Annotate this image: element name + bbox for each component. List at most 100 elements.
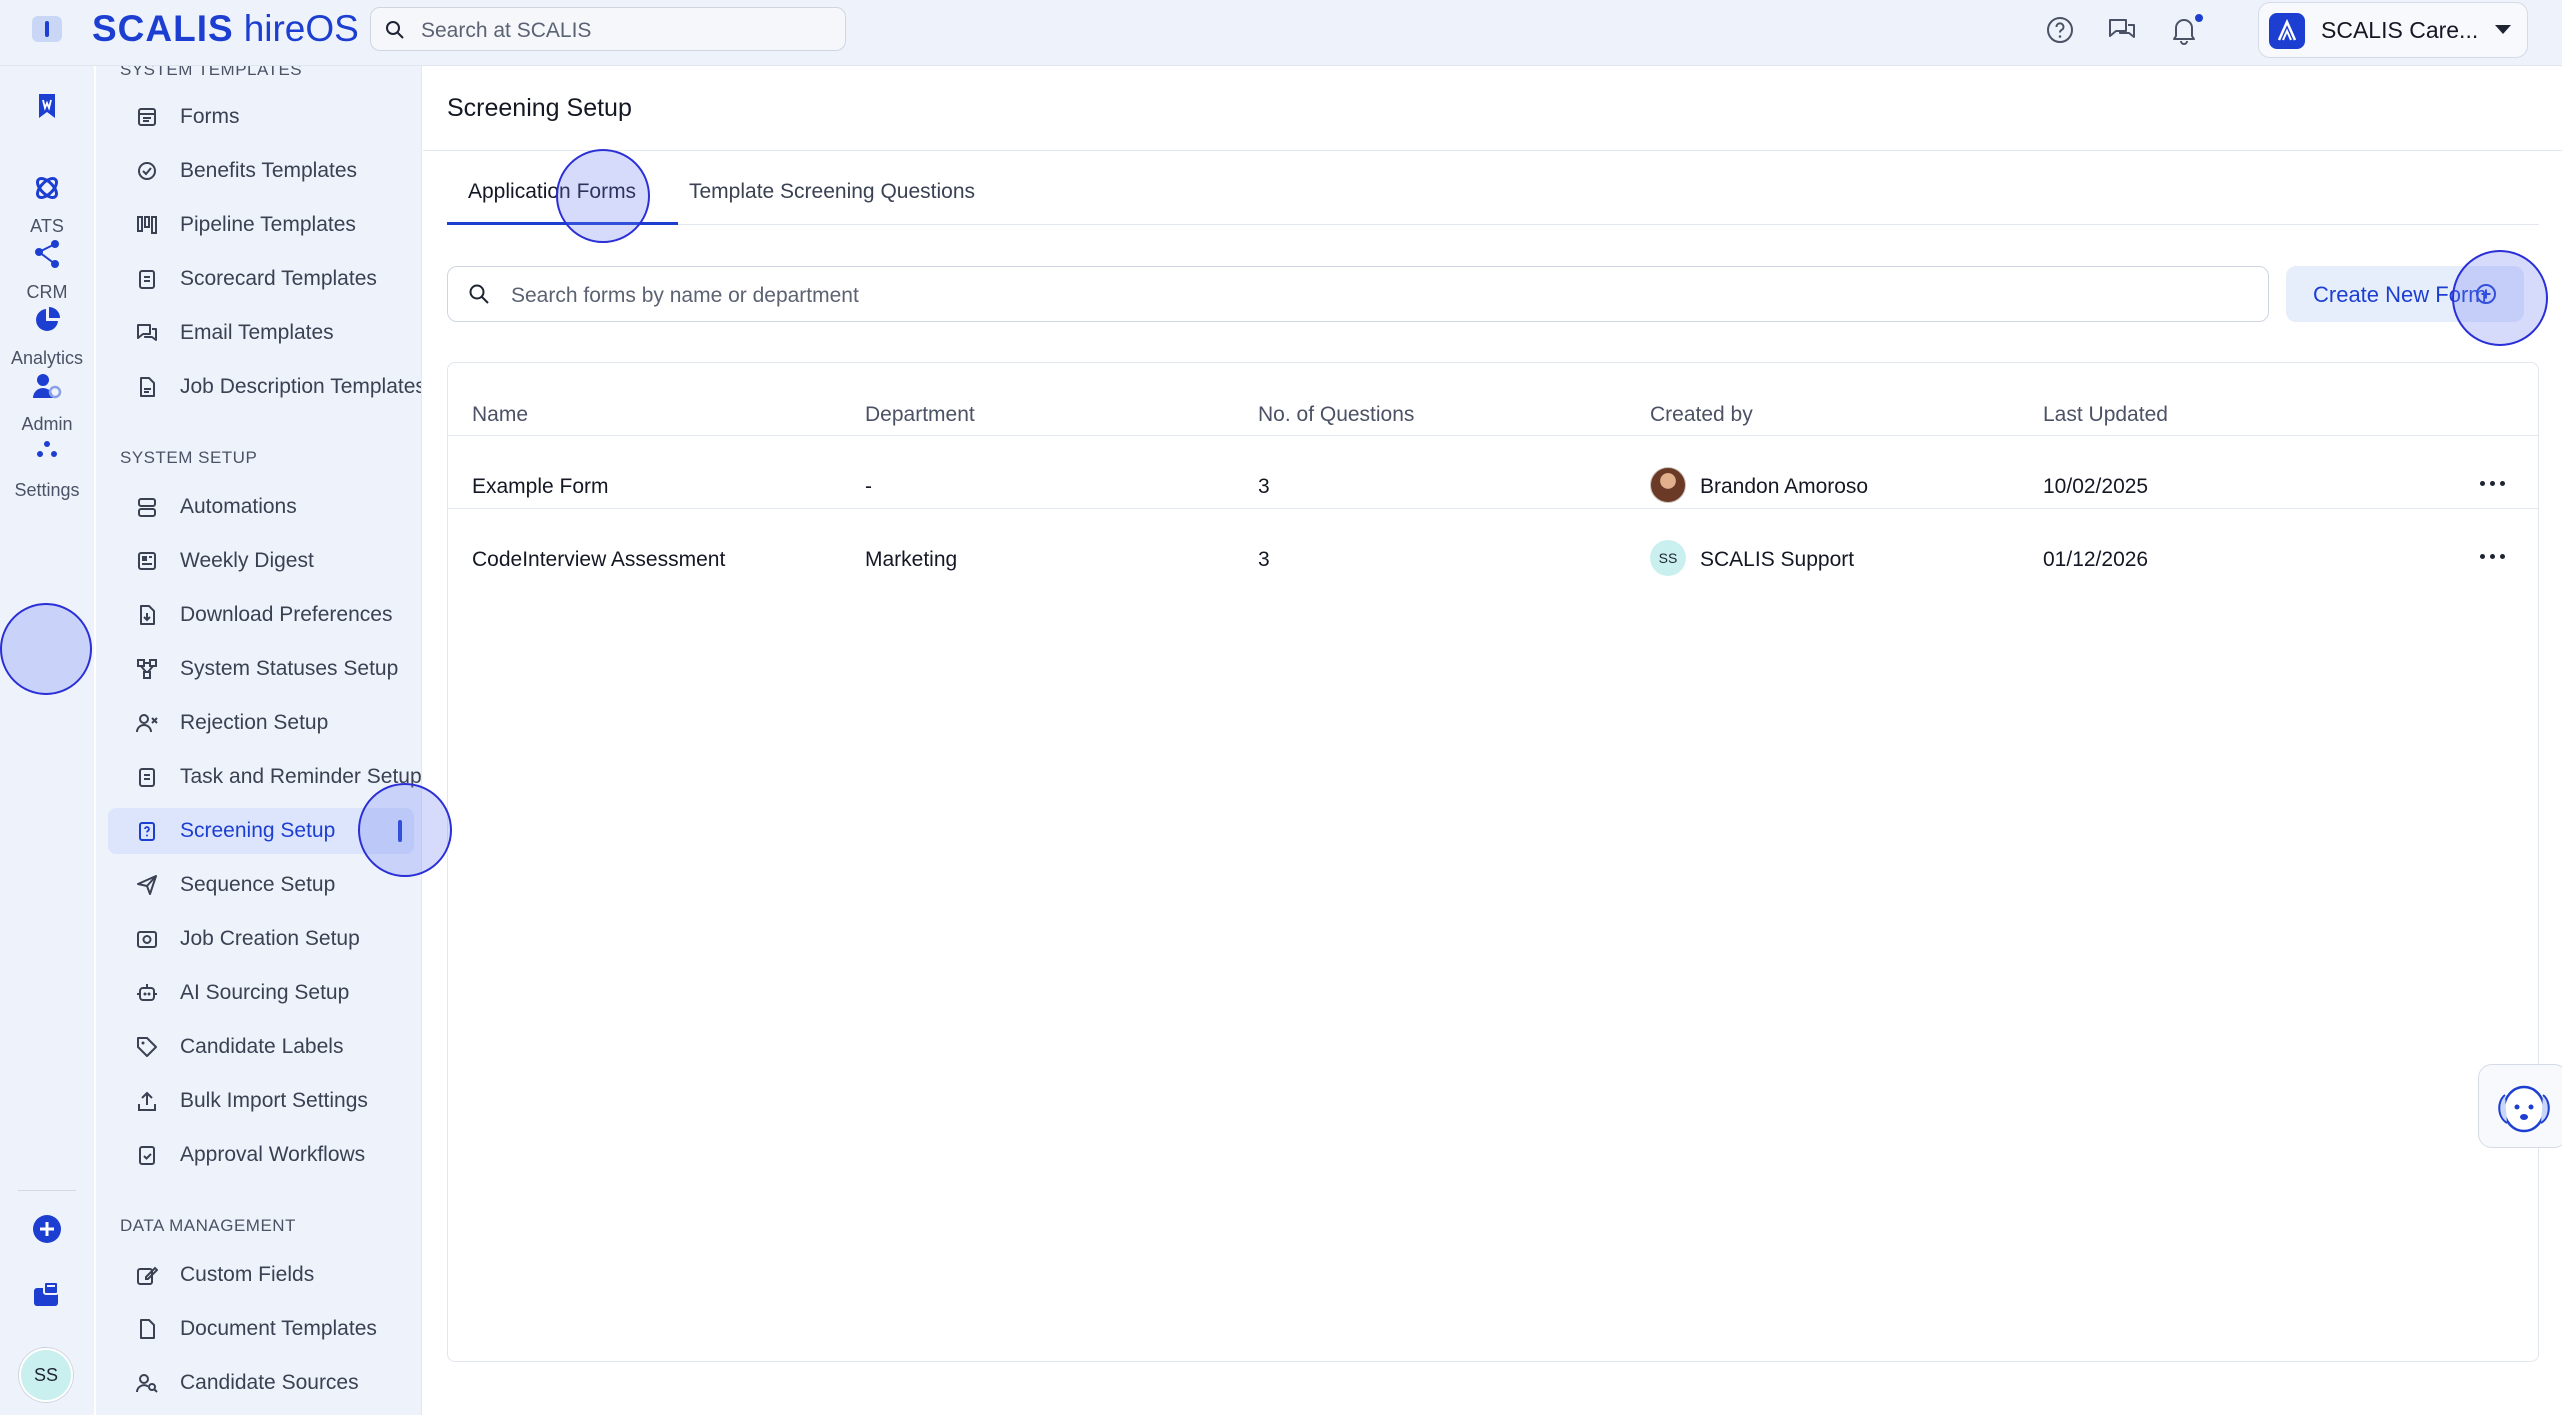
assistant-widget[interactable] (2478, 1064, 2562, 1148)
newspaper-icon (138, 552, 156, 570)
sidebar-item-scorecard-templates[interactable]: Scorecard Templates (108, 256, 414, 302)
messages-icon[interactable] (2106, 14, 2138, 46)
edit-box-icon (137, 1266, 158, 1285)
sidebar-item-candidate-labels[interactable]: Candidate Labels (108, 1024, 414, 1070)
user-avatar[interactable]: SS (19, 1348, 73, 1402)
title-divider (423, 150, 2562, 151)
sidebar-item-system-statuses-setup[interactable]: System Statuses Setup (108, 646, 414, 692)
cell-last-updated: 10/02/2025 (2043, 475, 2149, 498)
upload-icon (138, 1091, 156, 1111)
cell-department: - (865, 475, 872, 498)
user-search-icon (136, 1374, 158, 1393)
row-actions-icon[interactable] (2480, 552, 2510, 562)
clipboard-icon (139, 270, 155, 289)
sidebar-label: Sequence Setup (180, 873, 336, 896)
column-header-questions[interactable]: No. of Questions (1258, 403, 1414, 427)
app-rail: ATS CRM Analytics Admin Settings SS (0, 66, 94, 1415)
clipboard-check-icon (139, 1146, 155, 1165)
sidebar-item-approval-workflows[interactable]: Approval Workflows (108, 1132, 414, 1178)
global-search-input[interactable]: Search at SCALIS (370, 7, 846, 51)
sidebar-item-pipeline-templates[interactable]: Pipeline Templates (108, 202, 414, 248)
user-x-icon (136, 714, 158, 733)
inbox-icon[interactable] (30, 1278, 64, 1312)
sidebar-label: Document Templates (180, 1317, 377, 1340)
creator-avatar (1650, 467, 1686, 503)
sidebar-label: Task and Reminder Setup (180, 765, 422, 788)
sidebar-label: Download Preferences (180, 603, 393, 626)
sidebar-label: Custom Fields (180, 1263, 315, 1286)
main-content: Screening Setup Application Forms Templa… (423, 66, 2562, 1415)
bookmark-icon (39, 94, 55, 118)
company-switcher[interactable]: SCALIS Care... (2258, 2, 2528, 58)
sidebar-label: Screening Setup (180, 819, 336, 842)
sidebar-item-forms[interactable]: Forms (108, 94, 414, 140)
cell-form-name[interactable]: CodeInterview Assessment (472, 548, 725, 572)
cell-department: Marketing (865, 548, 958, 571)
assistant-dog-icon (2498, 1085, 2550, 1133)
column-header-last-updated[interactable]: Last Updated (2043, 403, 2168, 427)
header-divider (448, 435, 2538, 436)
column-header-name[interactable]: Name (472, 403, 528, 427)
company-logo (2269, 13, 2305, 49)
app-logo[interactable]: SCALIS hireOS (92, 8, 359, 50)
sidebar-label: Job Creation Setup (180, 927, 360, 950)
sidebar-label: Email Templates (180, 321, 334, 344)
sidebar-item-document-templates[interactable]: Document Templates (108, 1306, 414, 1352)
sidebar-item-bulk-import-settings[interactable]: Bulk Import Settings (108, 1078, 414, 1124)
column-header-department[interactable]: Department (865, 403, 975, 427)
automation-icon (138, 498, 156, 517)
sidebar-label: Automations (180, 495, 297, 518)
tab-template-screening-questions[interactable]: Template Screening Questions (689, 180, 975, 204)
active-tab-indicator (447, 222, 678, 225)
sidebar-label: Bulk Import Settings (180, 1089, 368, 1112)
panel-toggle-icon (45, 21, 49, 37)
sidebar-label: System Statuses Setup (180, 657, 399, 680)
pipeline-icon (137, 216, 157, 234)
sidebar-label: Forms (180, 105, 240, 128)
sidebar-label: Benefits Templates (180, 159, 358, 182)
cell-form-name[interactable]: Example Form (472, 475, 609, 499)
click-highlight-create (2452, 250, 2548, 346)
sidebar-item-weekly-digest[interactable]: Weekly Digest (108, 538, 414, 584)
download-file-icon (140, 605, 155, 625)
sidebar-item-ai-sourcing-setup[interactable]: AI Sourcing Setup (108, 970, 414, 1016)
sidebar-label: Candidate Sources (180, 1371, 359, 1394)
send-icon (137, 875, 157, 895)
sidebar-item-benefits-templates[interactable]: Benefits Templates (108, 148, 414, 194)
form-icon (138, 108, 156, 126)
sidebar-item-task-reminder-setup[interactable]: Task and Reminder Setup (108, 754, 421, 800)
admin-icon (33, 374, 62, 399)
sidebar-item-sequence-setup[interactable]: Sequence Setup (108, 862, 414, 908)
click-highlight-tab (556, 149, 650, 243)
forms-search-input[interactable]: Search forms by name or department (447, 266, 2269, 322)
cell-created-by: Brandon Amoroso (1700, 475, 1869, 498)
sidebar-item-job-description-templates[interactable]: Job Description Templates (108, 364, 421, 410)
row-actions-icon[interactable] (2480, 479, 2510, 489)
sidebar-label: Approval Workflows (180, 1143, 366, 1166)
sidebar-item-download-preferences[interactable]: Download Preferences (108, 592, 414, 638)
settings-sidebar: SYSTEM TEMPLATES Forms Benefits Template… (96, 66, 422, 1415)
sidebar-item-automations[interactable]: Automations (108, 484, 414, 530)
forms-table: Name Department No. of Questions Created… (447, 362, 2539, 1362)
panel-toggle-button[interactable] (32, 16, 62, 42)
sidebar-label: AI Sourcing Setup (180, 981, 350, 1004)
analytics-icon (36, 307, 60, 331)
sidebar-item-candidate-sources[interactable]: Candidate Sources (108, 1360, 414, 1406)
tag-icon (137, 1037, 157, 1057)
sidebar-item-custom-fields[interactable]: Custom Fields (108, 1252, 414, 1298)
cell-last-updated: 01/12/2026 (2043, 548, 2149, 571)
column-header-created-by[interactable]: Created by (1650, 403, 1753, 427)
sidebar-label: Scorecard Templates (180, 267, 377, 290)
creator-avatar: SS (1650, 540, 1686, 576)
sidebar-item-job-creation-setup[interactable]: Job Creation Setup (108, 916, 414, 962)
sidebar-label: Pipeline Templates (180, 213, 356, 236)
help-icon[interactable] (2044, 14, 2076, 46)
sidebar-item-rejection-setup[interactable]: Rejection Setup (108, 700, 414, 746)
sidebar-item-email-templates[interactable]: Email Templates (108, 310, 414, 356)
crm-icon (35, 240, 59, 268)
add-circle-icon[interactable] (30, 1212, 64, 1246)
cell-question-count: 3 (1258, 475, 1270, 498)
file-icon (140, 1319, 155, 1339)
row-divider (448, 508, 2538, 509)
rail-item-settings[interactable]: Settings (0, 426, 94, 526)
